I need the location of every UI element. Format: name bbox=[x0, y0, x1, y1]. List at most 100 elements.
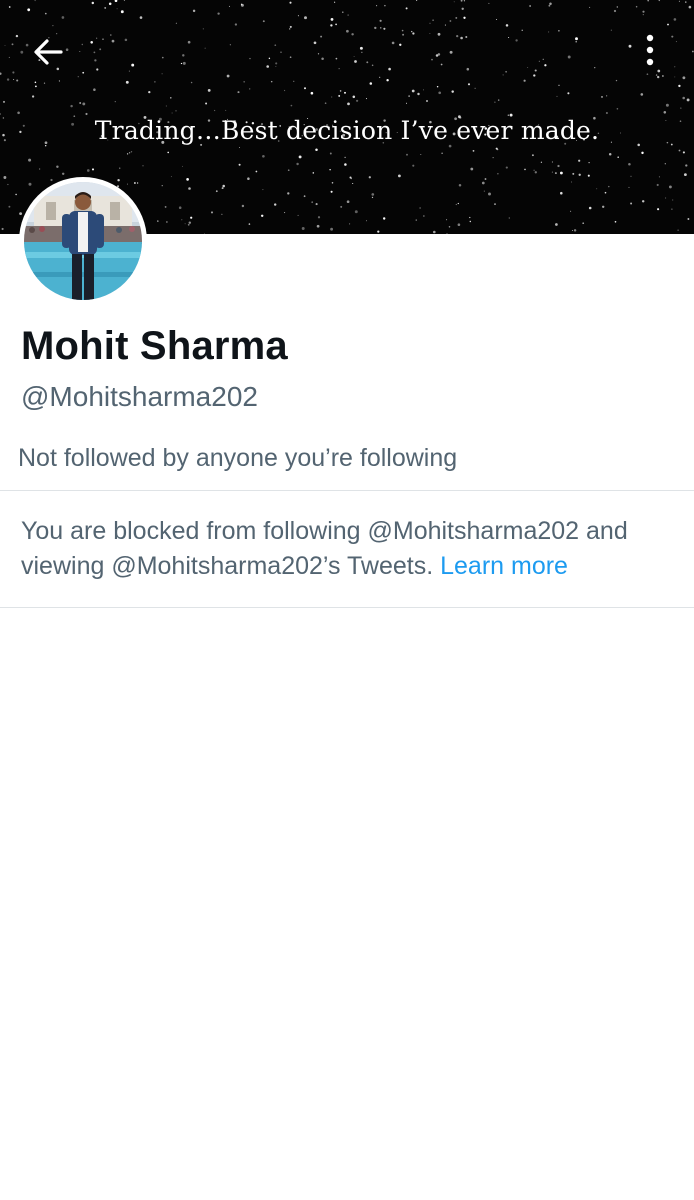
star bbox=[110, 34, 112, 36]
star bbox=[615, 79, 618, 82]
star bbox=[203, 233, 205, 234]
star bbox=[573, 229, 577, 232]
star bbox=[521, 29, 523, 31]
star bbox=[104, 6, 107, 9]
star bbox=[441, 152, 443, 154]
star bbox=[497, 99, 500, 101]
star bbox=[204, 47, 206, 49]
star bbox=[391, 41, 395, 45]
star bbox=[27, 8, 31, 12]
star bbox=[411, 89, 415, 93]
star bbox=[446, 219, 448, 221]
star bbox=[130, 151, 133, 153]
star bbox=[436, 85, 439, 88]
star bbox=[56, 165, 59, 169]
star bbox=[222, 184, 225, 188]
star bbox=[682, 151, 685, 154]
star bbox=[297, 214, 299, 216]
star bbox=[538, 60, 540, 62]
star bbox=[52, 25, 54, 27]
star bbox=[438, 91, 442, 95]
star bbox=[369, 82, 373, 85]
star bbox=[432, 230, 436, 234]
star bbox=[164, 205, 167, 208]
star bbox=[457, 202, 459, 205]
star bbox=[339, 90, 342, 92]
star bbox=[675, 41, 677, 43]
star bbox=[304, 87, 306, 90]
star bbox=[426, 100, 428, 102]
star bbox=[181, 219, 183, 221]
star bbox=[667, 23, 669, 26]
star bbox=[96, 37, 98, 39]
star bbox=[682, 96, 685, 100]
star bbox=[608, 185, 610, 188]
star bbox=[268, 57, 271, 60]
star bbox=[352, 182, 354, 185]
star bbox=[406, 153, 408, 156]
star bbox=[437, 53, 441, 56]
star bbox=[15, 34, 19, 38]
star bbox=[126, 183, 128, 185]
star bbox=[488, 192, 491, 196]
star bbox=[82, 71, 85, 74]
star bbox=[154, 81, 156, 83]
star bbox=[17, 111, 20, 115]
avatar[interactable] bbox=[19, 177, 147, 305]
star bbox=[523, 79, 526, 82]
star bbox=[567, 55, 571, 59]
star bbox=[463, 16, 466, 19]
star bbox=[338, 94, 341, 97]
star bbox=[680, 107, 682, 109]
star bbox=[330, 18, 334, 21]
star bbox=[221, 187, 224, 190]
star bbox=[455, 203, 457, 206]
star bbox=[142, 165, 144, 167]
star bbox=[4, 44, 6, 46]
star bbox=[610, 29, 612, 31]
star bbox=[301, 227, 305, 230]
star bbox=[662, 75, 664, 77]
star bbox=[262, 154, 265, 158]
star bbox=[412, 32, 415, 35]
star bbox=[687, 218, 690, 220]
star bbox=[617, 156, 619, 158]
star bbox=[161, 56, 164, 59]
star bbox=[531, 154, 534, 157]
star bbox=[366, 220, 367, 222]
star bbox=[505, 166, 508, 169]
learn-more-link[interactable]: Learn more bbox=[440, 552, 568, 580]
star bbox=[567, 92, 570, 95]
star bbox=[315, 148, 318, 151]
star bbox=[1, 227, 4, 231]
star bbox=[549, 2, 552, 5]
star bbox=[289, 56, 292, 59]
more-options-button[interactable] bbox=[630, 30, 670, 70]
star bbox=[346, 29, 349, 33]
star bbox=[560, 191, 563, 195]
star bbox=[296, 162, 299, 166]
star bbox=[338, 68, 340, 70]
star bbox=[474, 87, 476, 89]
star bbox=[352, 95, 356, 99]
star bbox=[316, 224, 320, 228]
star bbox=[70, 104, 73, 108]
star bbox=[657, 208, 660, 211]
star bbox=[616, 6, 618, 8]
star bbox=[527, 67, 529, 68]
star bbox=[377, 230, 380, 233]
star bbox=[139, 16, 143, 19]
followed-by-text: Not followed by anyone you’re following bbox=[18, 444, 458, 472]
star bbox=[353, 55, 355, 57]
star bbox=[93, 51, 96, 54]
star bbox=[215, 190, 218, 193]
star bbox=[399, 43, 402, 46]
star bbox=[578, 173, 581, 176]
avatar-photo bbox=[24, 182, 142, 300]
star bbox=[166, 221, 168, 223]
star bbox=[114, 0, 118, 3]
star bbox=[416, 0, 418, 1]
star bbox=[672, 199, 674, 201]
back-button[interactable] bbox=[28, 32, 68, 72]
star bbox=[217, 12, 220, 15]
